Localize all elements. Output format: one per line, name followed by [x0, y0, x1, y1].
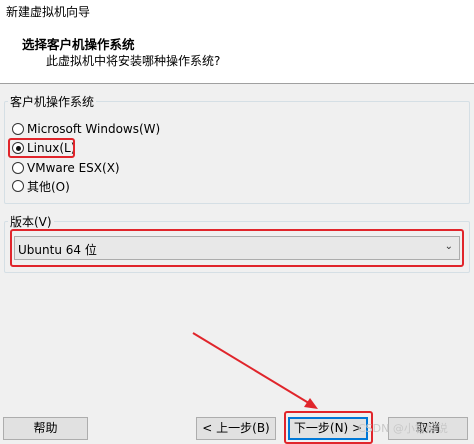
arrow-shaft — [192, 332, 313, 406]
annotation-arrow-icon — [192, 332, 318, 409]
arrow-head — [304, 398, 318, 409]
